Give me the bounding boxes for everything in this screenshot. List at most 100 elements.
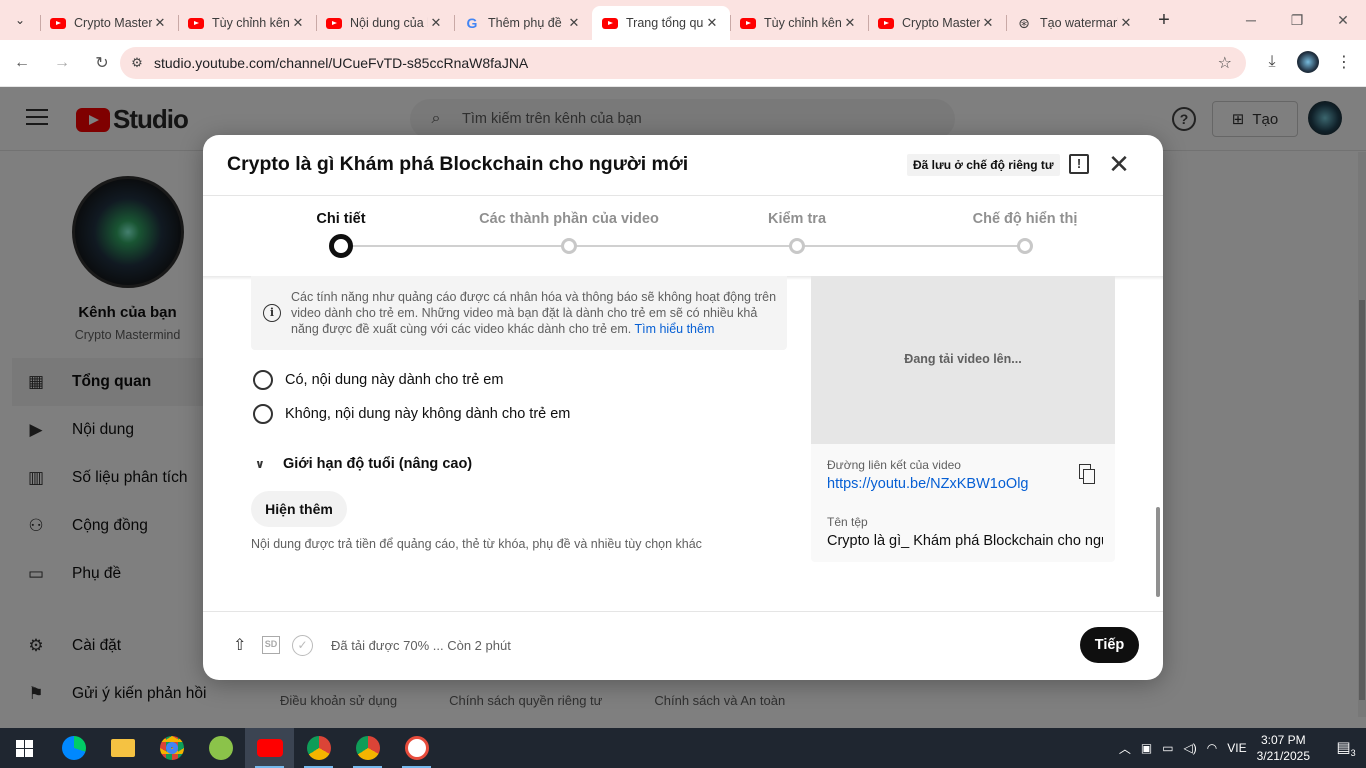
bookmark-star-icon[interactable]: ☆ [1218,53,1232,73]
stepper-line [341,245,1025,247]
radio-label: Không, nội dung này không dành cho trẻ e… [285,406,571,422]
browser-tab-strip: ⌄ Crypto Mastermind✕ Tùy chỉnh kênh✕ Nội… [0,0,1366,40]
age-restriction-label: Giới hạn độ tuổi (nâng cao) [283,456,473,472]
kids-yes-option[interactable]: Có, nội dung này dành cho trẻ em [253,368,503,392]
restore-icon[interactable]: ❐ [1274,0,1320,40]
tab-title: Crypto Mastermind [74,16,152,30]
edge-icon[interactable] [49,728,98,768]
chrome-profile-icon[interactable] [294,728,343,768]
next-button[interactable]: Tiếp [1080,627,1139,663]
radio-button[interactable] [253,370,273,390]
minimize-icon[interactable]: ─ [1228,0,1274,40]
youtube-icon [326,15,342,31]
browser-tab[interactable]: ⊛ Tạo watermark ✕ [1006,6,1144,40]
uploading-text: Đang tải video lên... [904,352,1022,366]
step-visibility[interactable]: Chế độ hiển thị [925,211,1125,227]
window-controls: ─ ❐ ✕ [1228,0,1366,40]
youtube-icon[interactable] [245,728,294,768]
browser-menu-icon[interactable]: ⋮ [1330,48,1358,76]
kids-no-option[interactable]: Không, nội dung này không dành cho trẻ e… [253,402,570,426]
video-link[interactable]: https://youtu.be/NZxKBW1oOlg [827,476,1028,492]
browser-tab[interactable]: Tùy chỉnh kênh ✕ [178,6,316,40]
close-dialog-icon[interactable]: ✕ [1106,149,1132,179]
chrome-icon[interactable] [147,728,196,768]
sd-quality-icon: SD [262,636,280,654]
tray-chevron-icon[interactable]: ︿ [1119,740,1131,757]
checks-status-icon: ✓ [292,635,313,656]
wifi-icon[interactable]: ◠ [1207,741,1217,755]
video-link-label: Đường liên kết của video [827,458,961,472]
learn-more-link[interactable]: Tìm hiểu thêm [634,322,714,336]
download-icon[interactable]: ⤓ [1258,48,1286,76]
browser-tab[interactable]: Crypto Mastermind✕ [868,6,1006,40]
dialog-title: Crypto là gì Khám phá Blockchain cho ngư… [227,153,689,175]
forward-arrow-icon[interactable]: → [44,45,80,81]
reload-icon[interactable]: ↻ [84,45,120,81]
clock-date: 3/21/2025 [1256,749,1310,763]
age-restriction-toggle[interactable]: ∨ Giới hạn độ tuổi (nâng cao) [255,456,472,472]
close-tab-icon[interactable]: ✕ [428,15,444,31]
report-issue-icon[interactable]: ! [1069,154,1089,174]
browser-tab[interactable]: Nội dung của kênh✕ [316,6,454,40]
file-explorer-icon[interactable] [98,728,147,768]
video-preview-card: Đang tải video lên... Đường liên kết của… [811,276,1115,562]
volume-icon[interactable]: ◁) [1184,741,1197,755]
close-tab-icon[interactable]: ✕ [842,15,858,31]
browser-tab[interactable]: Crypto Mastermind✕ [40,6,178,40]
dialog-content: i Các tính năng như quảng cáo được cá nh… [203,276,1163,611]
info-icon: i [263,304,281,322]
tab-title: Tùy chỉnh kênh [764,16,842,30]
windows-taskbar: ︿ ▣ ▭ ◁) ◠ VIE 3:07 PM 3/21/2025 ▤3 [0,728,1366,768]
browser-toolbar: ← → ↻ ⚙ studio.youtube.com/channel/UCueF… [0,40,1366,87]
browser-tab[interactable]: Tùy chỉnh kênh ✕ [730,6,868,40]
site-info-icon[interactable]: ⚙ [120,55,154,71]
radio-button[interactable] [253,404,273,424]
copy-icon[interactable] [1079,464,1095,484]
step-dot-current[interactable] [329,234,353,258]
new-tab-plus-icon[interactable]: + [1146,9,1182,32]
step-details[interactable]: Chi tiết [241,211,441,227]
notification-count: 3 [1350,748,1356,758]
step-checks[interactable]: Kiểm tra [697,211,897,227]
step-dot[interactable] [1017,238,1033,254]
step-dot[interactable] [561,238,577,254]
battery-icon[interactable]: ▭ [1162,741,1173,755]
back-arrow-icon[interactable]: ← [4,45,40,81]
clock[interactable]: 3:07 PM 3/21/2025 [1257,732,1310,764]
close-tab-icon[interactable]: ✕ [704,15,720,31]
window-close-icon[interactable]: ✕ [1320,0,1366,40]
upload-dialog: Crypto là gì Khám phá Blockchain cho ngư… [203,135,1163,680]
clock-time: 3:07 PM [1260,733,1306,747]
show-more-button[interactable]: Hiện thêm [251,491,347,527]
chrome-profile-2-icon[interactable] [343,728,392,768]
close-tab-icon[interactable]: ✕ [980,15,996,31]
language-indicator[interactable]: VIE [1227,741,1246,755]
media-player-icon[interactable] [392,728,441,768]
camera-icon[interactable]: ▣ [1141,741,1152,755]
tab-title: Thêm phụ đề [488,16,562,30]
chevron-down-icon: ∨ [255,457,265,471]
tab-title: Nội dung của kênh [350,16,428,30]
profile-avatar[interactable] [1294,48,1322,76]
close-tab-icon[interactable]: ✕ [290,15,306,31]
upload-stepper: Chi tiết Các thành phần của video Kiểm t… [203,196,1163,276]
address-bar[interactable]: ⚙ studio.youtube.com/channel/UCueFvTD-s8… [120,47,1246,79]
tab-title: Tạo watermark [1040,16,1118,30]
close-tab-icon[interactable]: ✕ [566,15,582,31]
saved-status-badge: Đã lưu ở chế độ riêng tư [907,154,1060,176]
close-tab-icon[interactable]: ✕ [152,15,168,31]
browser-tab-active[interactable]: Trang tổng quan✕ [592,6,730,40]
close-tab-icon[interactable]: ✕ [1118,15,1134,31]
browser-tab[interactable]: G Thêm phụ đề ✕ [454,6,592,40]
dialog-scrollbar-thumb[interactable] [1156,507,1160,597]
step-dot[interactable] [789,238,805,254]
windows-start-icon[interactable] [0,728,49,768]
step-video-elements[interactable]: Các thành phần của video [469,211,669,227]
upload-icon[interactable]: ⇧ [233,635,246,655]
greenshot-icon[interactable] [196,728,245,768]
radio-label: Có, nội dung này dành cho trẻ em [285,372,504,388]
tab-search-chevron-icon[interactable]: ⌄ [0,0,40,40]
kids-info-text: Các tính năng như quảng cáo được cá nhân… [291,289,779,337]
notification-icon[interactable]: ▤3 [1326,738,1366,758]
video-preview: Đang tải video lên... [811,276,1115,444]
